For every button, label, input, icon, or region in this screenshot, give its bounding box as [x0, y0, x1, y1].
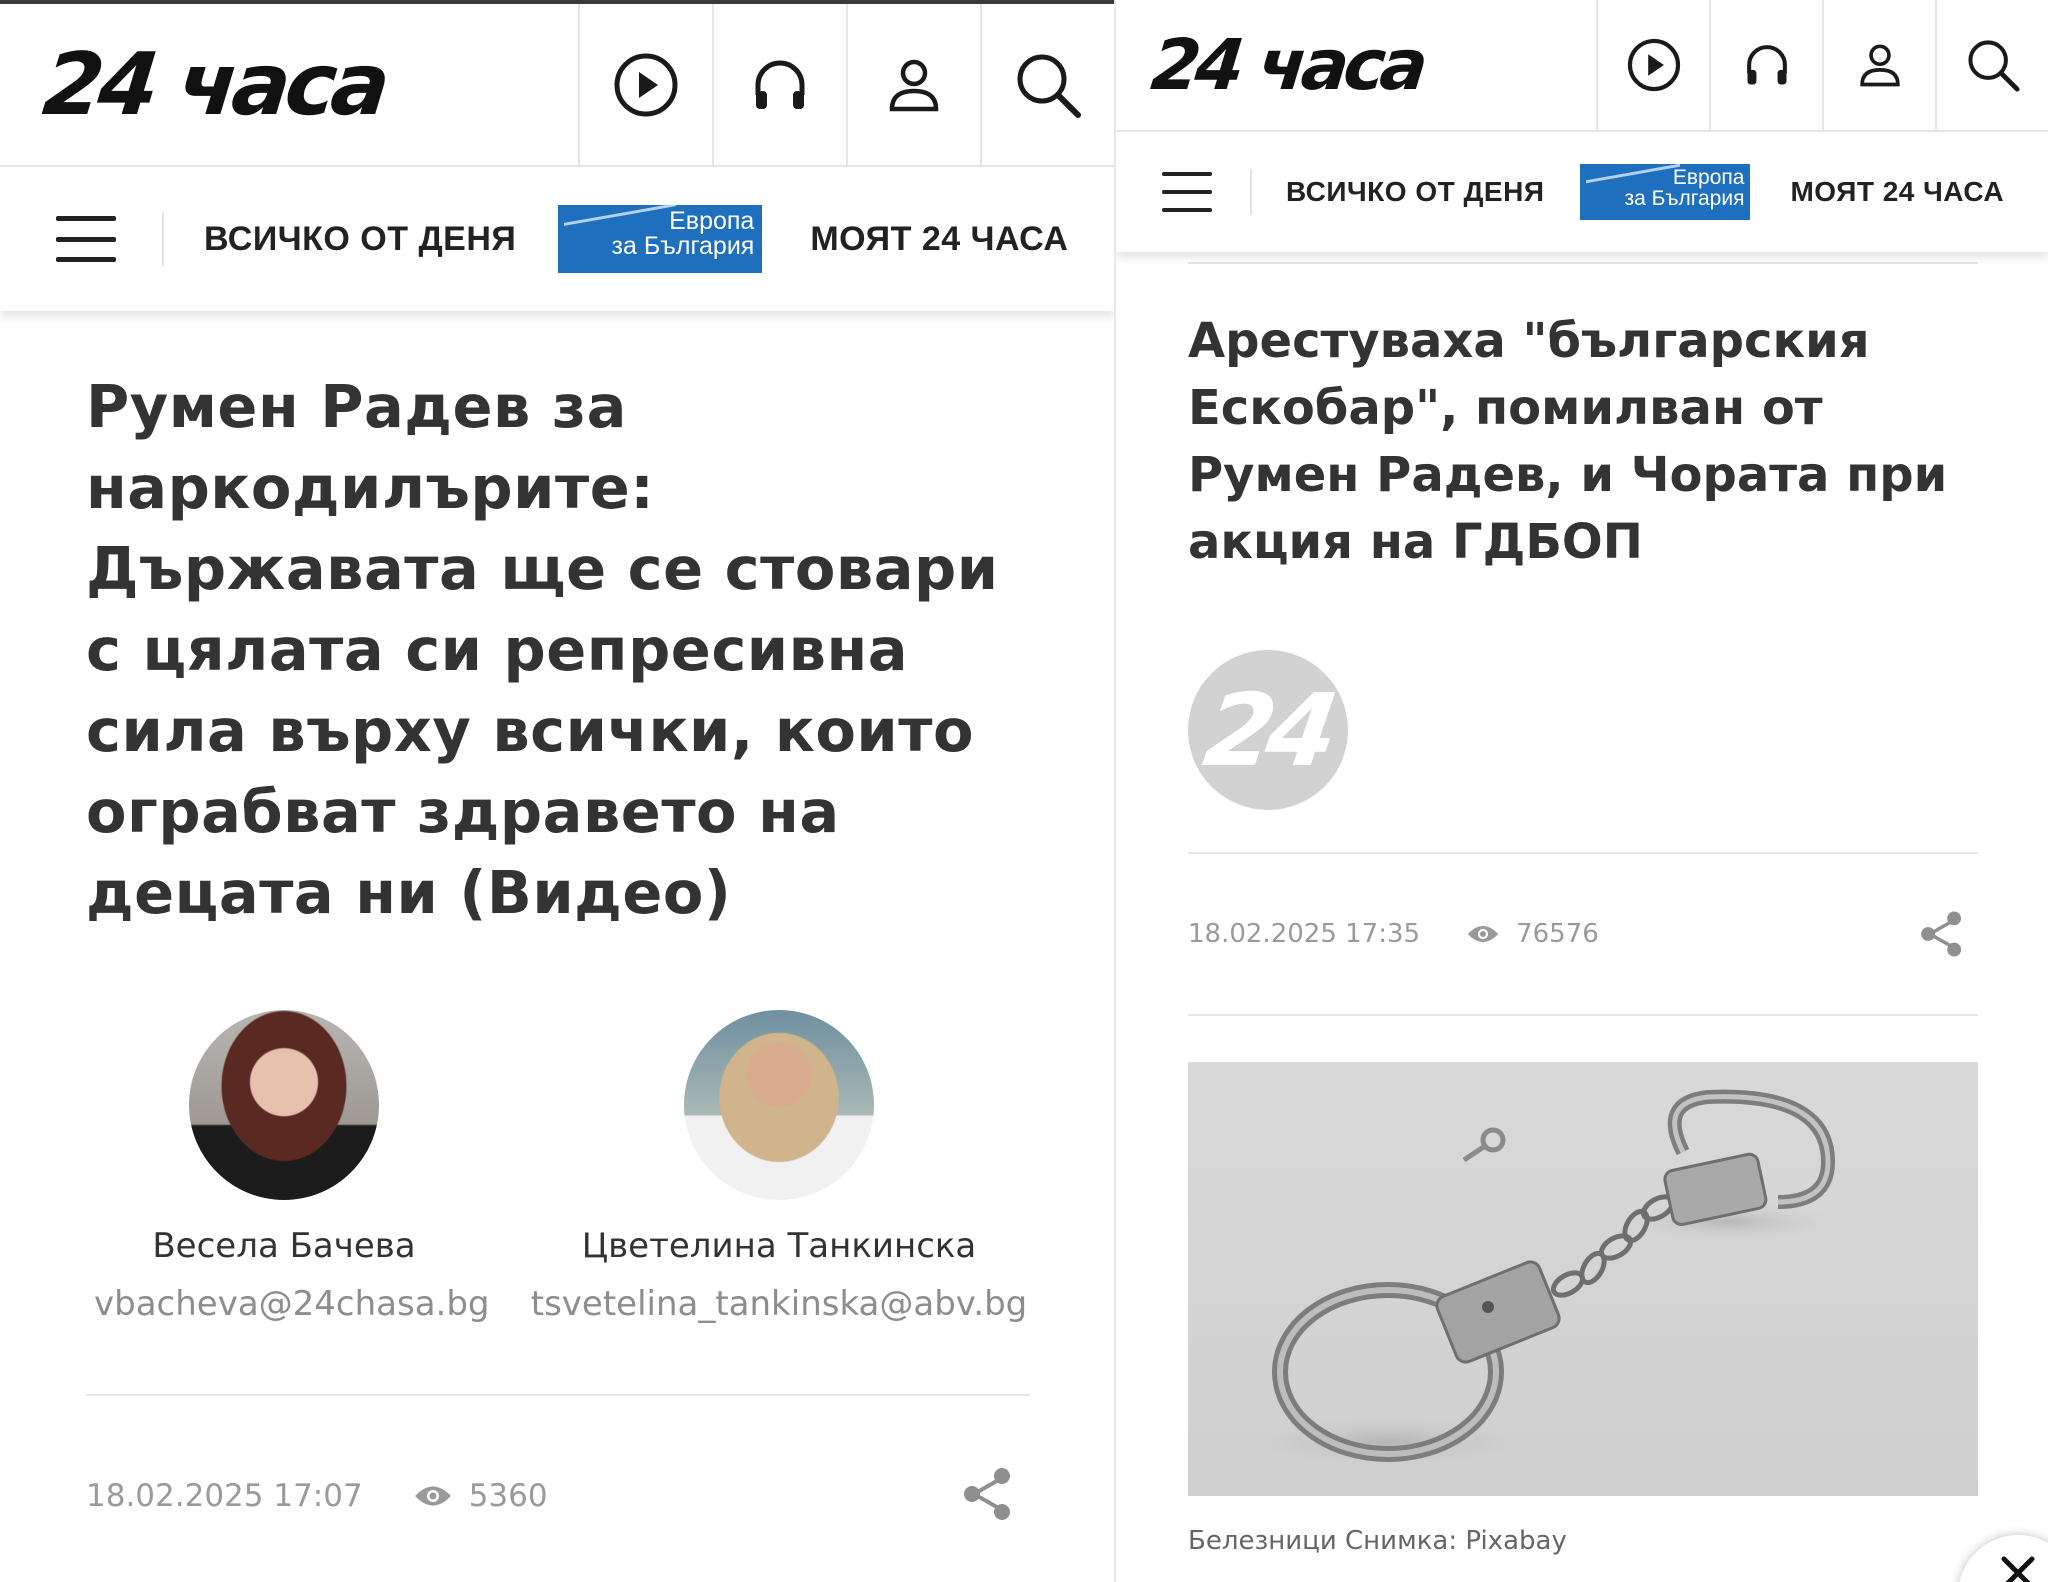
headphones-icon [755, 60, 805, 109]
nav-bar: ВСИЧКО ОТ ДЕНЯ Европа за България МОЯТ 2… [1116, 132, 2048, 252]
user-icon [889, 59, 939, 111]
author-email[interactable]: tsvetelina_tankinska@abv.bg [514, 1284, 1044, 1324]
share-icon[interactable] [958, 1464, 1018, 1524]
nav-bar: ВСИЧКО ОТ ДЕНЯ Европа за България МОЯТ 2… [0, 167, 1114, 311]
avatar [684, 1010, 874, 1200]
site-logo[interactable]: 24 часа [0, 4, 578, 165]
play-button[interactable] [1596, 0, 1709, 130]
site-logo-text: 24 часа [1147, 24, 1428, 106]
author-email[interactable]: vbacheva@24chasa.bg [94, 1284, 490, 1324]
audio-button[interactable] [712, 4, 846, 165]
separator [86, 1394, 1030, 1396]
menu-icon[interactable] [56, 216, 116, 262]
article-title: Арестуваха "българския Ескобар", помилва… [1188, 313, 1948, 570]
author-card[interactable]: Весела Бачева vbacheva@24chasa.bg [94, 1010, 490, 1324]
author-name: Цветелина Танкинска [581, 1226, 977, 1266]
search-icon [1967, 40, 2020, 92]
left-screenshot: 24 часа ВСИЧКО ОТ ДЕНЯ Европа за Българи… [0, 0, 1114, 1582]
search-button[interactable] [980, 4, 1114, 165]
article-title: Румен Радев за наркодилърите: Държавата … [86, 372, 999, 927]
author-name: Весела Бачева [152, 1226, 416, 1266]
play-icon [1627, 38, 1680, 92]
close-icon [2001, 1556, 2035, 1582]
view-count: 5360 [468, 1478, 548, 1514]
close-button[interactable] [1958, 1535, 2048, 1582]
eye-icon [414, 1486, 451, 1506]
top-bar: 24 часа [1116, 0, 2048, 132]
separator [1188, 262, 1978, 264]
play-icon [614, 53, 678, 116]
nav-all-today[interactable]: ВСИЧКО ОТ ДЕНЯ [204, 220, 516, 259]
nav-all-today[interactable]: ВСИЧКО ОТ ДЕНЯ [1286, 176, 1544, 208]
site-logo-text: 24 часа [38, 34, 390, 135]
source-logo: 24 [1188, 650, 1348, 810]
article-photo-handcuffs [1188, 1062, 1978, 1496]
menu-icon[interactable] [1162, 172, 1212, 212]
headphones-icon [1746, 45, 1787, 85]
nav-divider [162, 212, 164, 266]
separator [1188, 852, 1978, 854]
account-button[interactable] [846, 4, 980, 165]
author-card[interactable]: Цветелина Танкинска tsvetelina_tankinska… [514, 1010, 1044, 1324]
handcuffs-illustration [1238, 1089, 1838, 1468]
view-count: 76576 [1516, 919, 1599, 949]
nav-divider [1250, 169, 1252, 215]
search-button[interactable] [1935, 0, 2048, 130]
europe-for-bulgaria-badge[interactable]: Европа за България [1580, 164, 1751, 220]
nav-my-24[interactable]: МОЯТ 24 ЧАСА [810, 220, 1068, 259]
user-icon [1859, 44, 1900, 87]
share-icon[interactable] [1916, 908, 1968, 960]
site-logo[interactable]: 24 часа [1116, 0, 1596, 130]
audio-button[interactable] [1709, 0, 1822, 130]
article-meta: 18.02.2025 17:35 76576 [1188, 914, 1599, 954]
search-icon [1017, 54, 1081, 118]
europe-for-bulgaria-badge[interactable]: Европа за България [558, 205, 763, 273]
top-bar: 24 часа [0, 4, 1114, 167]
separator [1188, 1014, 1978, 1016]
avatar [189, 1010, 379, 1200]
play-button[interactable] [578, 4, 712, 165]
article-meta: 18.02.2025 17:07 5360 [86, 1474, 548, 1518]
nav-my-24[interactable]: МОЯТ 24 ЧАСА [1790, 176, 2004, 208]
right-screenshot: 24 часа ВСИЧКО ОТ ДЕНЯ Европа за Българи… [1116, 0, 2048, 1582]
publish-datetime: 18.02.2025 17:35 [1188, 919, 1421, 949]
account-button[interactable] [1822, 0, 1935, 130]
photo-caption: Белезници Снимка: Pixabay [1188, 1526, 1567, 1556]
eye-icon [1467, 925, 1499, 943]
publish-datetime: 18.02.2025 17:07 [86, 1478, 363, 1514]
